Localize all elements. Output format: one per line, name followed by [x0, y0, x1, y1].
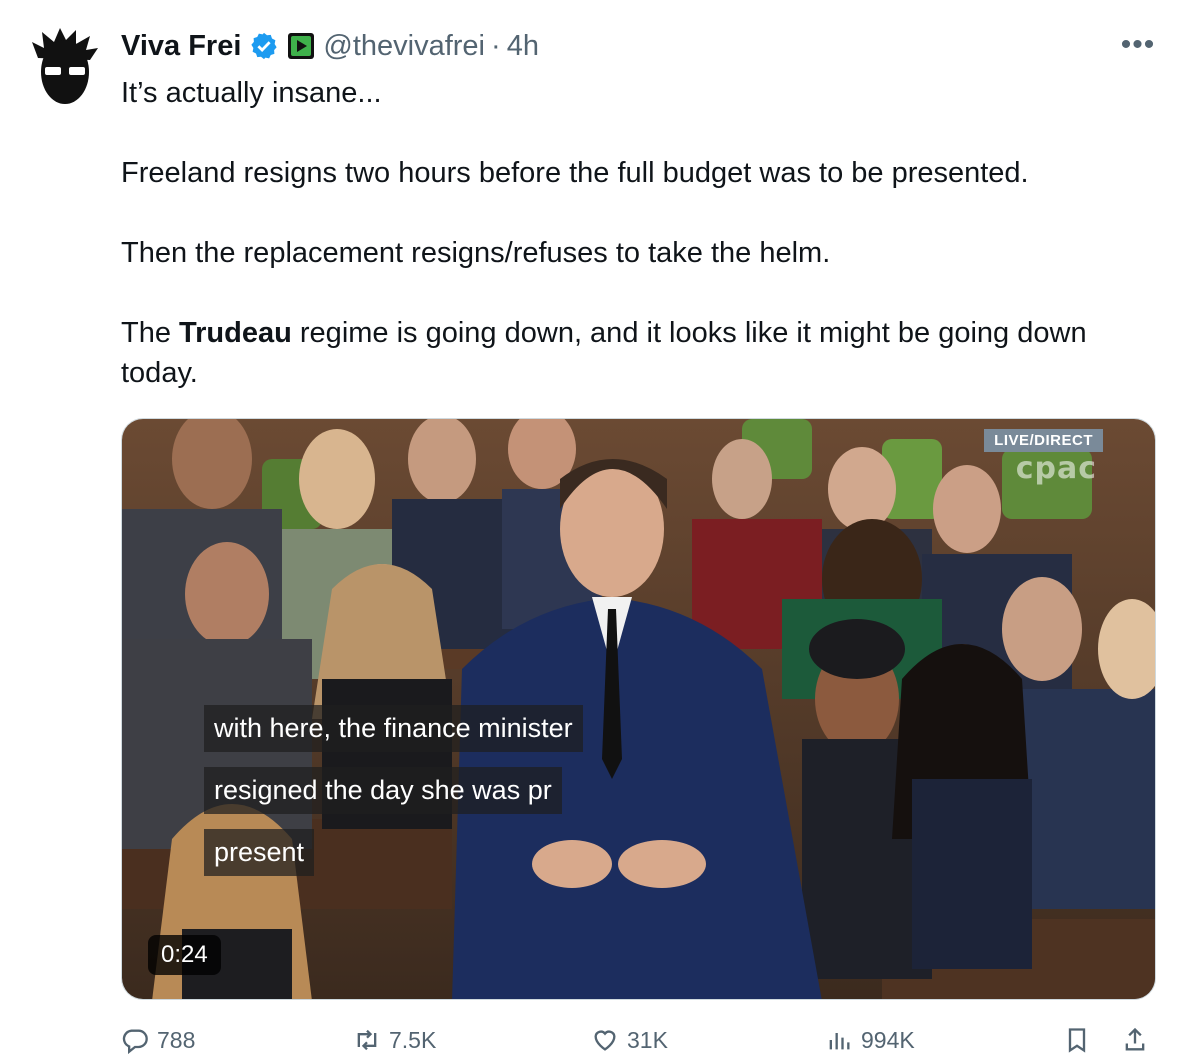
video-player[interactable]: LIVE/DIRECT cpac with here, the finance … — [121, 418, 1156, 1000]
cpac-watermark: cpac — [1015, 451, 1097, 486]
video-caption: with here, the finance minister — [204, 705, 583, 752]
view-count: 994K — [861, 1026, 915, 1053]
views-button[interactable]: 994K — [825, 1026, 915, 1054]
retweet-button[interactable]: 7.5K — [353, 1026, 436, 1054]
tweet-line: It’s actually insane... — [121, 77, 382, 109]
tweet-text-part: The — [121, 317, 180, 349]
more-icon[interactable]: ••• — [1118, 30, 1158, 60]
like-count: 31K — [627, 1026, 668, 1053]
author-handle[interactable]: @thevivafrei — [323, 30, 485, 63]
video-duration: 0:24 — [148, 935, 221, 975]
reply-count: 788 — [157, 1026, 196, 1053]
verified-badge-icon — [249, 31, 279, 61]
like-button[interactable]: 31K — [591, 1026, 668, 1054]
subscription-badge-icon — [287, 32, 315, 60]
tweet-header: Viva Frei @thevivafrei · 4h — [121, 28, 539, 64]
tweet-line: Freeland resigns two hours before the fu… — [121, 157, 1029, 189]
retweet-icon — [357, 1029, 377, 1051]
tweet-text: It’s actually insane... Freeland resigns… — [121, 73, 1161, 393]
retweet-count: 7.5K — [389, 1026, 437, 1053]
bookmark-button[interactable] — [1063, 1026, 1091, 1054]
like-icon — [594, 1030, 616, 1051]
video-caption: present — [204, 829, 315, 876]
avatar[interactable] — [30, 28, 100, 108]
views-icon — [829, 1033, 850, 1050]
live-badge: LIVE/DIRECT — [984, 429, 1103, 452]
bookmark-icon — [1068, 1028, 1086, 1053]
action-bar: 788 7.5K 31K 994K — [121, 1026, 1161, 1054]
author-name[interactable]: Viva Frei — [121, 30, 241, 63]
tweet[interactable]: Viva Frei @thevivafrei · 4h ••• It’s act… — [0, 0, 1182, 1054]
hashtag-link[interactable]: Trudeau — [179, 317, 292, 349]
reply-icon — [122, 1029, 148, 1054]
tweet-line: Then the replacement resigns/refuses to … — [121, 237, 831, 269]
separator-dot: · — [491, 29, 501, 62]
reply-button[interactable]: 788 — [121, 1026, 195, 1054]
share-button[interactable] — [1121, 1026, 1149, 1054]
video-caption: resigned the day she was pr — [204, 767, 562, 814]
tweet-line: The Trudeau regime is going down, and it… — [121, 313, 1161, 393]
share-icon — [1125, 1027, 1145, 1051]
timestamp[interactable]: 4h — [507, 30, 539, 63]
